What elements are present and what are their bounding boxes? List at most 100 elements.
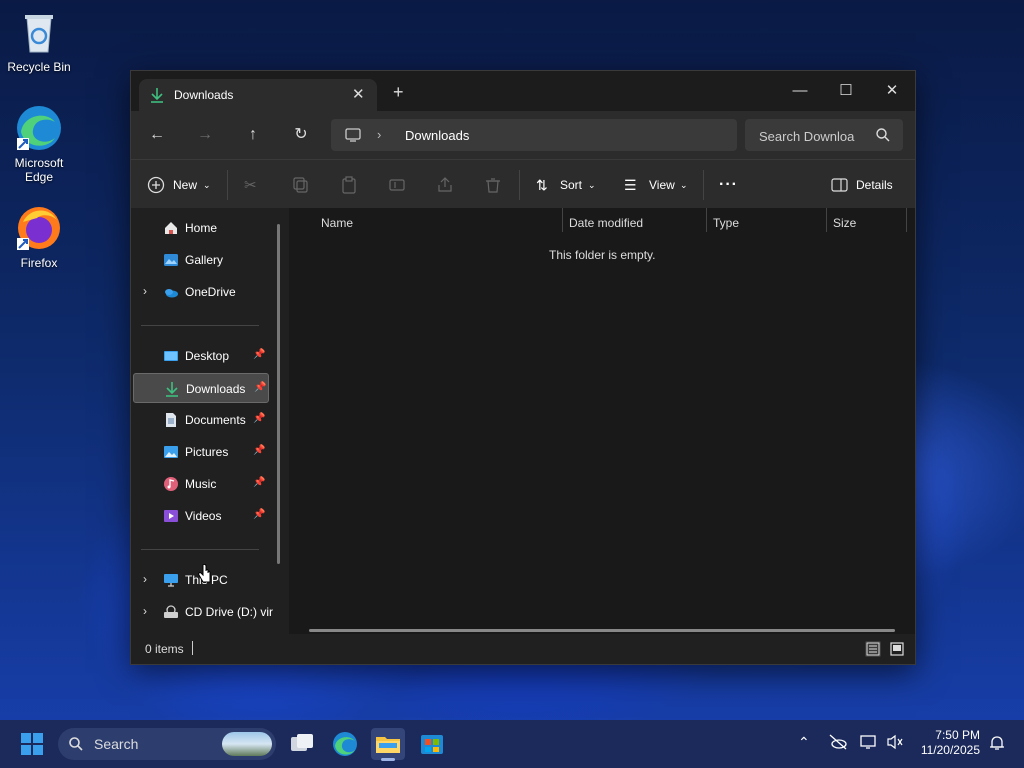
volume-muted-icon[interactable] [886,734,904,753]
status-bar: 0 items [131,634,915,664]
column-header-type[interactable]: Type [713,212,739,234]
details-label: Details [856,178,893,192]
forward-button[interactable]: → [195,125,215,145]
new-button[interactable]: New ⌄ [147,174,213,196]
notification-bell-icon[interactable] [988,734,1006,755]
new-tab-button[interactable]: + [393,83,404,101]
column-header-date-modified[interactable]: Date modified [569,212,643,234]
tiles-view-button[interactable] [889,641,905,657]
sidebar-item-home[interactable]: Home [133,213,269,243]
new-label: New [173,178,198,192]
copy-icon[interactable] [292,176,310,194]
title-bar[interactable]: Downloads ✕ + — ☐ ✕ [131,71,915,111]
clock-time: 7:50 PM [935,728,980,742]
horizontal-scrollbar[interactable] [309,629,895,632]
more-options-button[interactable]: ··· [719,174,739,196]
share-icon[interactable] [436,176,454,194]
close-window-button[interactable]: ✕ [869,77,915,105]
sidebar-item-label: OneDrive [185,285,236,299]
videos-icon [163,508,179,524]
column-header-size[interactable]: Size [833,212,856,234]
search-icon [875,127,891,143]
up-button[interactable]: ↑ [243,125,263,145]
sidebar-divider [141,325,259,326]
desktop-folder-icon [163,348,179,364]
details-view-button[interactable] [865,641,881,657]
toolbar-separator [519,170,520,200]
sidebar-item-music[interactable]: Music 📌 [133,469,269,499]
chevron-down-icon: ⌄ [680,180,688,190]
taskbar-search-box[interactable]: Search [58,728,276,760]
view-button[interactable]: ☰ View ⌄ [624,174,690,196]
download-icon [164,381,180,397]
column-header-name[interactable]: Name [321,212,353,234]
task-view-icon[interactable] [285,728,319,760]
start-button[interactable] [15,728,49,760]
desktop-icon-edge[interactable]: Microsoft Edge [1,104,77,184]
rename-icon[interactable] [388,176,406,194]
back-button[interactable]: ← [147,125,167,145]
sidebar-item-pictures[interactable]: Pictures 📌 [133,437,269,467]
tab-close-button[interactable]: ✕ [352,85,365,103]
paste-icon[interactable] [340,176,358,194]
search-input[interactable] [745,119,881,153]
system-clock[interactable]: 7:50 PM 11/20/2025 [921,728,980,758]
microsoft-store-icon[interactable] [415,728,449,760]
navigation-pane-scrollbar[interactable] [277,224,280,564]
column-divider[interactable] [906,208,907,232]
cloud-offline-icon[interactable] [828,734,848,753]
status-divider [192,641,193,655]
tab-downloads[interactable]: Downloads ✕ [139,79,377,111]
gallery-icon [163,252,179,268]
sort-button[interactable]: ⇅ Sort ⌄ [536,174,598,196]
navigation-bar: ← → ↑ ↻ › Downloads [131,111,915,159]
search-highlight-image [222,732,272,756]
sidebar-item-label: Music [185,477,217,491]
minimize-button[interactable]: — [777,77,823,105]
column-divider[interactable] [562,208,563,232]
address-bar[interactable]: › Downloads [331,119,737,151]
breadcrumb-downloads[interactable]: Downloads [405,128,469,143]
search-icon [68,736,84,755]
sidebar-item-label: Home [185,221,218,235]
refresh-button[interactable]: ↻ [291,125,311,145]
edge-icon [15,104,63,152]
network-icon[interactable] [860,734,878,753]
sidebar-divider [141,549,259,550]
sidebar-item-onedrive[interactable]: › OneDrive [133,277,269,307]
view-label: View [649,178,675,192]
pin-icon: 📌 [253,477,266,488]
this-pc-icon [163,572,179,588]
sidebar-item-cd-drive[interactable]: › CD Drive (D:) vir [133,597,273,627]
desktop-icon-firefox[interactable]: Firefox [1,204,77,270]
delete-icon[interactable] [484,176,502,194]
search-box[interactable] [745,119,903,153]
chevron-down-icon: ⌄ [588,180,596,190]
cut-icon[interactable]: ✂ [244,176,262,194]
file-explorer-taskbar-icon[interactable] [371,728,405,761]
column-divider[interactable] [826,208,827,232]
sidebar-item-label: Gallery [185,253,224,267]
column-divider[interactable] [706,208,707,232]
clock-date: 11/20/2025 [920,743,980,757]
show-hidden-icons-chevron-up-icon[interactable]: ⌃ [798,734,810,751]
sort-label: Sort [560,178,583,192]
sidebar-item-videos[interactable]: Videos 📌 [133,501,269,531]
chevron-right-icon[interactable]: › [143,572,147,586]
desktop-icon-recycle-bin[interactable]: Recycle Bin [1,8,77,74]
pictures-icon [163,444,179,460]
maximize-button[interactable]: ☐ [823,77,869,105]
sidebar-item-downloads[interactable]: Downloads 📌 [133,373,269,403]
pin-icon: 📌 [253,413,266,424]
sidebar-item-documents[interactable]: Documents 📌 [133,405,269,435]
sidebar-item-desktop[interactable]: Desktop 📌 [133,341,269,371]
this-pc-icon [345,127,361,146]
edge-taskbar-icon[interactable] [328,728,362,760]
file-list[interactable]: Name Date modified Type Size This folder… [289,208,915,634]
chevron-right-icon[interactable]: › [143,604,147,618]
sidebar-item-gallery[interactable]: Gallery [133,245,269,275]
details-button[interactable]: Details [831,174,897,196]
chevron-right-icon[interactable]: › [143,284,147,298]
pin-icon: 📌 [254,382,267,393]
sidebar-item-label: Pictures [185,445,229,459]
